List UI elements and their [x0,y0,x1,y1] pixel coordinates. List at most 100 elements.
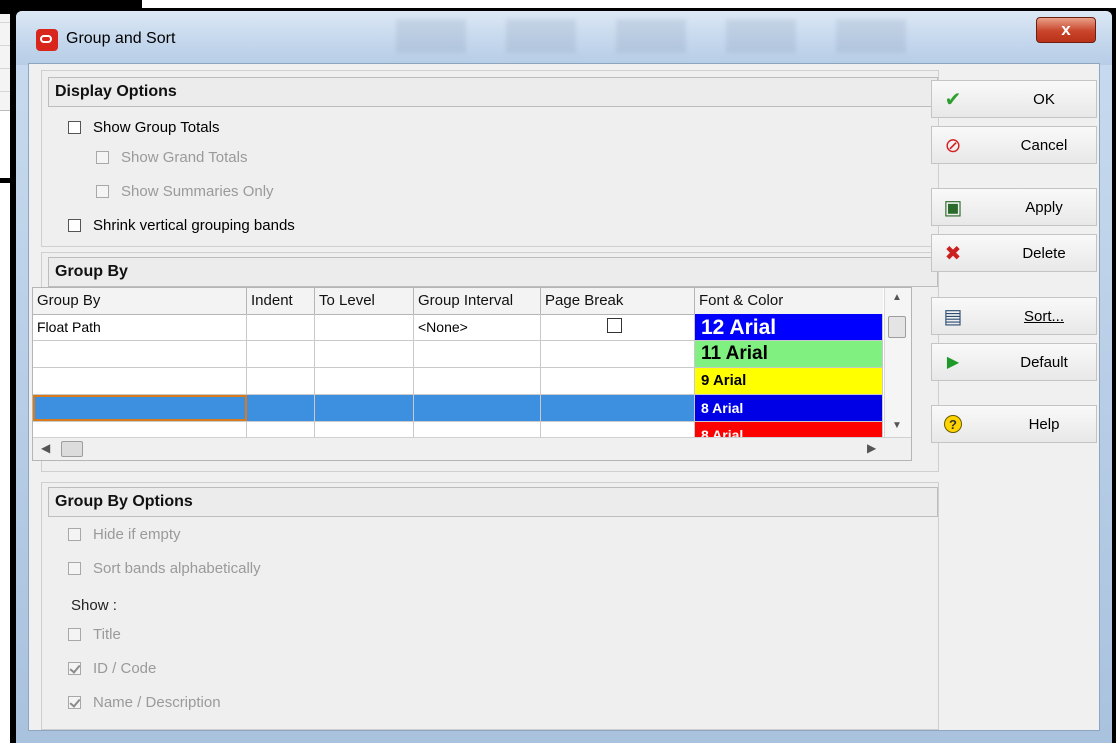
apply-button[interactable]: ▣ Apply [931,188,1097,226]
scroll-thumb[interactable] [888,316,906,338]
cell-to-level[interactable] [315,314,414,340]
show-title-checkbox [68,628,81,641]
sort-alpha-row: Sort bands alphabetically [68,560,261,577]
cell-indent[interactable] [247,368,315,394]
grid-header-row: Group By Indent To Level Group Interval … [33,288,883,315]
delete-label: Delete [1022,245,1066,262]
oracle-app-icon [36,29,58,51]
cell-group-by[interactable] [33,341,247,367]
help-label: Help [1028,416,1060,433]
cell-indent[interactable] [247,314,315,340]
close-button[interactable]: x [1036,17,1096,43]
table-row[interactable]: 9 Arial [33,368,883,395]
show-grand-totals-label: Show Grand Totals [121,149,248,166]
shrink-bands-row[interactable]: Shrink vertical grouping bands [68,217,295,234]
vertical-scrollbar[interactable]: ▲ ▼ [884,288,911,439]
cell-group-interval[interactable] [414,395,541,421]
show-id-code-checkbox [68,662,81,675]
horizontal-scrollbar[interactable]: ◀ ▶ [33,437,911,460]
col-header-indent[interactable]: Indent [247,288,315,314]
show-group-totals-checkbox[interactable] [68,121,81,134]
cell-group-by[interactable]: Float Path [33,314,247,340]
show-id-code-row: ID / Code [68,660,156,677]
shrink-bands-checkbox[interactable] [68,219,81,232]
cell-group-by[interactable] [33,368,247,394]
cell-font-color[interactable]: 9 Arial [695,368,883,394]
cancel-label: Cancel [1020,137,1068,154]
group-by-header: Group By [48,257,938,287]
show-name-desc-label: Name / Description [93,694,221,711]
hide-if-empty-row: Hide if empty [68,526,181,543]
cell-font-color[interactable]: 8 Arial [695,395,883,421]
sort-label: Sort... [1023,308,1064,325]
show-name-desc-row: Name / Description [68,694,221,711]
cell-group-by-focused[interactable] [33,395,247,421]
scroll-thumb[interactable] [61,441,83,457]
cell-page-break[interactable] [541,395,695,421]
col-header-to-level[interactable]: To Level [315,288,414,314]
col-header-group-interval[interactable]: Group Interval [414,288,541,314]
cell-to-level[interactable] [315,341,414,367]
cell-font-color[interactable]: 11 Arial [695,341,883,367]
checkmark-icon: ✔ [944,89,962,111]
scroll-right-icon[interactable]: ▶ [867,441,876,455]
scroll-left-icon[interactable]: ◀ [41,441,50,455]
apply-label: Apply [1025,199,1063,216]
table-row[interactable]: 11 Arial [33,341,883,368]
help-button[interactable]: ? Help [931,405,1097,443]
show-title-row: Title [68,626,121,643]
group-by-options-panel: Group By Options [41,482,939,730]
cell-group-interval[interactable] [414,341,541,367]
delete-button[interactable]: ✖ Delete [931,234,1097,272]
cell-to-level[interactable] [315,368,414,394]
group-by-options-header: Group By Options [48,487,938,517]
delete-icon: ✖ [944,243,962,265]
cell-indent[interactable] [247,341,315,367]
ok-button[interactable]: ✔ OK [931,80,1097,118]
shrink-bands-label: Shrink vertical grouping bands [93,217,295,234]
default-button[interactable]: ▶ Default [931,343,1097,381]
show-label: Show : [71,597,117,614]
show-group-totals-row[interactable]: Show Group Totals [68,119,219,136]
cell-page-break[interactable] [541,341,695,367]
col-header-page-break[interactable]: Page Break [541,288,695,314]
scroll-up-icon[interactable]: ▲ [892,292,902,303]
sort-button[interactable]: ▤ Sort... [931,297,1097,335]
help-icon: ? [944,415,962,433]
show-summaries-only-label: Show Summaries Only [121,183,274,200]
show-title-label: Title [93,626,121,643]
show-grand-totals-row: Show Grand Totals [96,149,247,166]
col-header-font-color[interactable]: Font & Color [695,288,883,314]
col-header-group-by[interactable]: Group By [33,288,247,314]
default-label: Default [1020,354,1068,371]
cell-font-color[interactable]: 12 Arial [695,314,883,340]
cancel-button[interactable]: ⊘ Cancel [931,126,1097,164]
cell-to-level[interactable] [315,395,414,421]
cancel-icon: ⊘ [944,135,962,157]
cell-page-break[interactable] [541,314,695,340]
ok-label: OK [1033,91,1055,108]
table-row-selected[interactable]: 8 Arial [33,395,883,422]
cell-page-break[interactable] [541,368,695,394]
cell-indent[interactable] [247,395,315,421]
show-name-desc-checkbox [68,696,81,709]
apply-icon: ▣ [943,197,963,219]
page-break-checkbox[interactable] [607,318,622,333]
grid-body: Float Path <None> 12 Arial 11 Arial 9 Ar… [33,314,883,439]
display-options-header: Display Options [48,77,938,107]
show-summaries-only-row: Show Summaries Only [96,183,274,200]
sort-icon: ▤ [943,306,963,328]
cell-group-interval[interactable]: <None> [414,314,541,340]
hide-if-empty-label: Hide if empty [93,526,181,543]
window-title: Group and Sort [66,30,176,47]
scroll-down-icon[interactable]: ▼ [892,420,902,431]
hide-if-empty-checkbox [68,528,81,541]
play-icon: ▶ [946,354,960,371]
cell-group-interval[interactable] [414,368,541,394]
background-window-blur [396,19,916,53]
table-row[interactable]: Float Path <None> 12 Arial [33,314,883,341]
group-by-grid[interactable]: Group By Indent To Level Group Interval … [32,287,912,461]
sort-alpha-checkbox [68,562,81,575]
sort-alpha-label: Sort bands alphabetically [93,560,261,577]
title-bar[interactable]: Group and Sort x [16,11,1112,65]
